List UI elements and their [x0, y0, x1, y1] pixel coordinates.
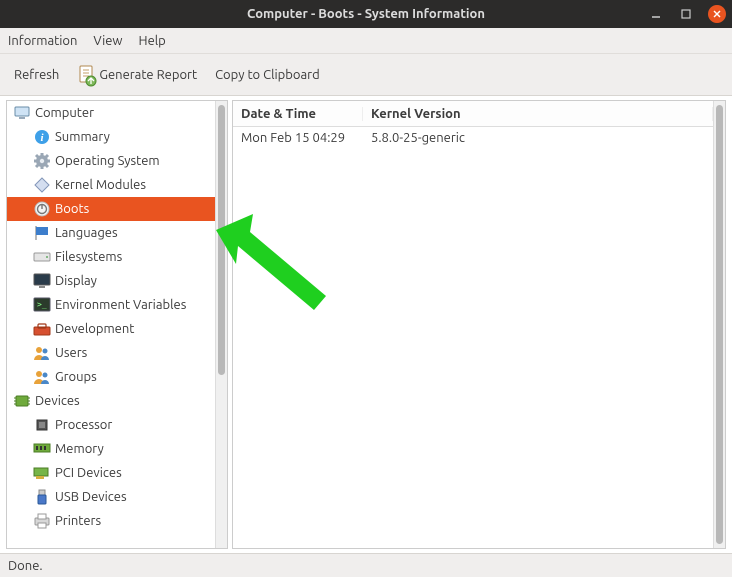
tree-category-label: Computer [35, 106, 94, 120]
tree-item-label: Users [55, 346, 87, 360]
menubar: Information View Help [0, 28, 732, 54]
monitor-icon [33, 272, 51, 290]
tree-item-label: Operating System [55, 154, 160, 168]
tree-item-summary[interactable]: i Summary [7, 125, 215, 149]
scroll-thumb[interactable] [218, 105, 225, 375]
tree-item-groups[interactable]: Groups [7, 365, 215, 389]
tree-item-display[interactable]: Display [7, 269, 215, 293]
sidebar-panel: Computer i Summary Operating System Kern… [6, 100, 228, 549]
tree-item-users[interactable]: Users [7, 341, 215, 365]
users-icon [33, 368, 51, 386]
statusbar: Done. [0, 553, 732, 577]
tree-category-computer[interactable]: Computer [7, 101, 215, 125]
refresh-label: Refresh [14, 68, 59, 82]
window-title: Computer - Boots - System Information [0, 7, 732, 21]
close-button[interactable] [708, 5, 726, 23]
generate-report-label: Generate Report [99, 68, 197, 82]
toolbar: Refresh Generate Report Copy to Clipboar… [0, 54, 732, 96]
tree-item-label: Display [55, 274, 97, 288]
info-icon: i [33, 128, 51, 146]
cell-kernel: 5.8.0-25-generic [363, 131, 713, 145]
tree-item-filesystems[interactable]: Filesystems [7, 245, 215, 269]
computer-icon [13, 104, 31, 122]
tree-category-label: Devices [35, 394, 80, 408]
menu-information[interactable]: Information [8, 34, 77, 48]
table-row[interactable]: Mon Feb 15 04:29 5.8.0-25-generic [233, 127, 713, 149]
diamond-icon [33, 176, 51, 194]
content-area: Computer i Summary Operating System Kern… [0, 96, 732, 553]
detail-panel: Date & Time Kernel Version Mon Feb 15 04… [232, 100, 726, 549]
column-datetime[interactable]: Date & Time [233, 107, 363, 121]
tree-item-languages[interactable]: Languages [7, 221, 215, 245]
printer-icon [33, 512, 51, 530]
tree-item-processor[interactable]: Processor [7, 413, 215, 437]
tree-item-printers[interactable]: Printers [7, 509, 215, 533]
sidebar-scrollbar[interactable] [215, 101, 227, 548]
tree-item-label: Memory [55, 442, 104, 456]
tree-item-label: Processor [55, 418, 112, 432]
tree-item-boots[interactable]: Boots [7, 197, 215, 221]
flag-icon [33, 224, 51, 242]
tree-item-label: Boots [55, 202, 89, 216]
copy-clipboard-label: Copy to Clipboard [215, 68, 320, 82]
detail-table[interactable]: Date & Time Kernel Version Mon Feb 15 04… [233, 101, 713, 548]
terminal-icon: >_ [33, 296, 51, 314]
table-header: Date & Time Kernel Version [233, 101, 713, 127]
tree-item-label: Environment Variables [55, 298, 186, 312]
pci-icon [33, 464, 51, 482]
tree-item-memory[interactable]: Memory [7, 437, 215, 461]
menu-help[interactable]: Help [139, 34, 166, 48]
menu-view[interactable]: View [93, 34, 122, 48]
tree-item-os[interactable]: Operating System [7, 149, 215, 173]
generate-report-button[interactable]: Generate Report [73, 61, 201, 89]
tree-item-label: USB Devices [55, 490, 127, 504]
maximize-button[interactable] [678, 6, 694, 22]
detail-scrollbar[interactable] [713, 101, 725, 548]
tree-item-label: PCI Devices [55, 466, 122, 480]
tree-item-label: Development [55, 322, 134, 336]
minimize-button[interactable] [648, 6, 664, 22]
chip-icon [13, 392, 31, 410]
drive-icon [33, 248, 51, 266]
titlebar: Computer - Boots - System Information [0, 0, 732, 28]
window-controls [648, 5, 726, 23]
ram-icon [33, 440, 51, 458]
users-icon [33, 344, 51, 362]
status-text: Done. [8, 559, 43, 573]
scroll-thumb[interactable] [716, 105, 723, 544]
sidebar-tree[interactable]: Computer i Summary Operating System Kern… [7, 101, 215, 548]
copy-clipboard-button[interactable]: Copy to Clipboard [211, 64, 324, 86]
close-icon [713, 10, 721, 18]
tree-item-pci[interactable]: PCI Devices [7, 461, 215, 485]
tree-item-label: Printers [55, 514, 101, 528]
tree-item-label: Languages [55, 226, 118, 240]
tree-item-development[interactable]: Development [7, 317, 215, 341]
tree-item-label: Filesystems [55, 250, 122, 264]
power-icon [33, 200, 51, 218]
report-icon [77, 65, 95, 85]
tree-item-label: Groups [55, 370, 97, 384]
tree-item-label: Summary [55, 130, 110, 144]
cpu-icon [33, 416, 51, 434]
refresh-button[interactable]: Refresh [10, 64, 63, 86]
column-kernel[interactable]: Kernel Version [363, 107, 713, 121]
gear-icon [33, 152, 51, 170]
maximize-icon [681, 9, 691, 19]
tree-item-usb[interactable]: USB Devices [7, 485, 215, 509]
cell-datetime: Mon Feb 15 04:29 [233, 131, 363, 145]
toolbox-icon [33, 320, 51, 338]
minimize-icon [651, 9, 661, 19]
tree-item-label: Kernel Modules [55, 178, 146, 192]
usb-icon [33, 488, 51, 506]
tree-item-env-vars[interactable]: >_ Environment Variables [7, 293, 215, 317]
svg-text:>_: >_ [37, 300, 47, 309]
tree-item-kernel-modules[interactable]: Kernel Modules [7, 173, 215, 197]
tree-category-devices[interactable]: Devices [7, 389, 215, 413]
